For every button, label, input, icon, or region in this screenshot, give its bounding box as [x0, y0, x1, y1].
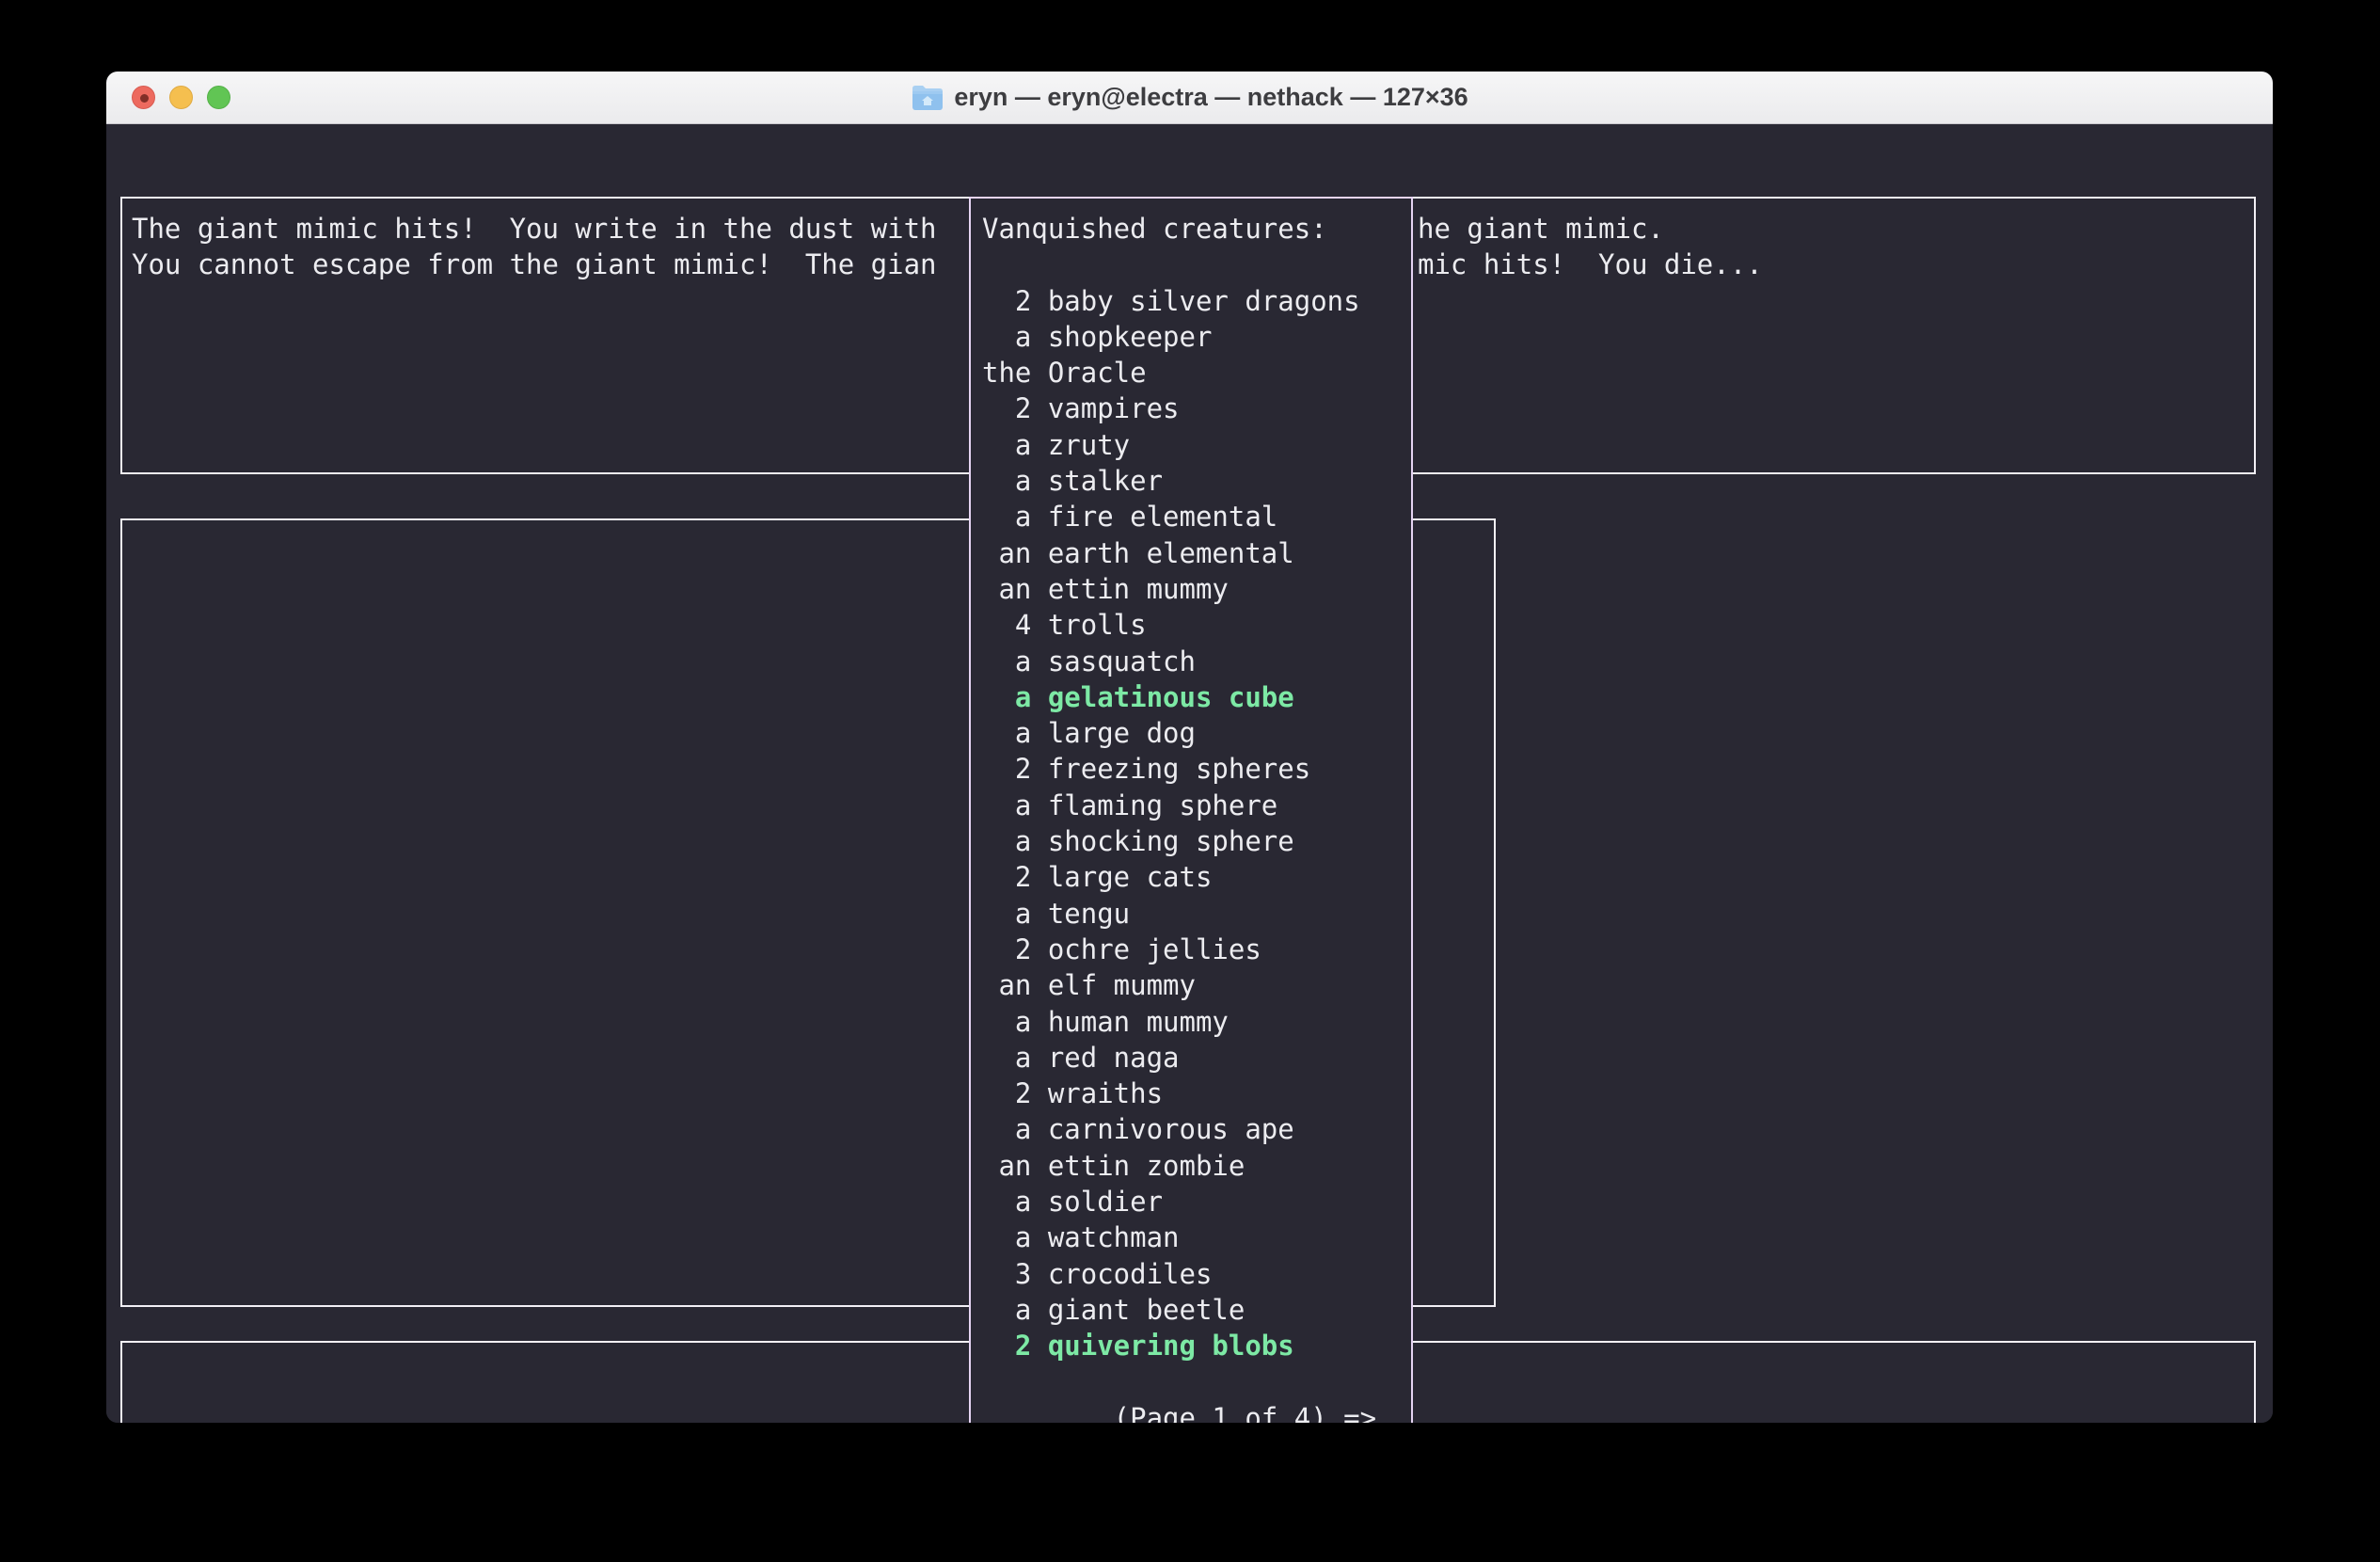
- vanquished-row: 2 large cats: [982, 859, 1409, 895]
- vanquished-list: Vanquished creatures: 2 baby silver drag…: [982, 211, 1409, 1423]
- minimize-button[interactable]: [169, 86, 193, 109]
- message-line-1-cont: he giant mimic.: [1418, 211, 1763, 247]
- vanquished-row: 3 crocodiles: [982, 1256, 1409, 1292]
- vanquished-row: a red naga: [982, 1040, 1409, 1076]
- vanquished-row-highlighted: 2 quivering blobs: [982, 1328, 1409, 1363]
- vanquished-row: a fire elemental: [982, 499, 1409, 534]
- panel-title: Vanquished creatures:: [982, 211, 1409, 247]
- vanquished-row: a human mummy: [982, 1004, 1409, 1040]
- message-line-2-cont: mic hits! You die...: [1418, 247, 1763, 282]
- vanquished-row: a shocking sphere: [982, 823, 1409, 859]
- zoom-button[interactable]: [207, 86, 230, 109]
- vanquished-row: a large dog: [982, 715, 1409, 751]
- vanquished-row: 2 baby silver dragons: [982, 283, 1409, 319]
- vanquished-row: 2 ochre jellies: [982, 932, 1409, 967]
- vanquished-row: a giant beetle: [982, 1292, 1409, 1328]
- window-controls: [132, 72, 230, 123]
- vanquished-row: a flaming sphere: [982, 788, 1409, 823]
- vanquished-row: a sasquatch: [982, 644, 1409, 679]
- panel-blank-row: [982, 247, 1409, 282]
- message-text-right: he giant mimic.mic hits! You die...: [1418, 211, 1763, 283]
- window-title-group: eryn — eryn@electra — nethack — 127×36: [911, 83, 1468, 112]
- vanquished-row: a shopkeeper: [982, 319, 1409, 355]
- home-folder-icon: [911, 84, 944, 112]
- vanquished-row: a carnivorous ape: [982, 1111, 1409, 1147]
- window-title: eryn — eryn@electra — nethack — 127×36: [954, 83, 1468, 112]
- close-button[interactable]: [132, 86, 155, 109]
- titlebar[interactable]: eryn — eryn@electra — nethack — 127×36: [106, 72, 2273, 124]
- vanquished-row: an elf mummy: [982, 967, 1409, 1003]
- terminal-screen[interactable]: The giant mimic hits! You write in the d…: [106, 124, 2273, 1423]
- vanquished-row: 2 wraiths: [982, 1076, 1409, 1111]
- vanquished-row: a zruty: [982, 427, 1409, 463]
- vanquished-row: a tengu: [982, 896, 1409, 932]
- vanquished-row: 2 freezing spheres: [982, 751, 1409, 787]
- vanquished-row: the Oracle: [982, 355, 1409, 390]
- vanquished-row: 2 vampires: [982, 390, 1409, 426]
- message-line-2: You cannot escape from the giant mimic! …: [132, 247, 937, 282]
- vanquished-row: an earth elemental: [982, 535, 1409, 571]
- vanquished-row: a watchman: [982, 1219, 1409, 1255]
- vanquished-row: a stalker: [982, 463, 1409, 499]
- terminal-window: eryn — eryn@electra — nethack — 127×36 T…: [106, 72, 2273, 1423]
- vanquished-row-highlighted: a gelatinous cube: [982, 679, 1409, 715]
- vanquished-creatures-panel: Vanquished creatures: 2 baby silver drag…: [969, 197, 1413, 1423]
- panel-pager[interactable]: (Page 1 of 4) =>: [982, 1400, 1409, 1423]
- vanquished-row: an ettin zombie: [982, 1148, 1409, 1184]
- message-text-left: The giant mimic hits! You write in the d…: [132, 211, 937, 283]
- vanquished-row: an ettin mummy: [982, 571, 1409, 607]
- vanquished-row: a soldier: [982, 1184, 1409, 1219]
- panel-blank-row: [982, 1364, 1409, 1400]
- vanquished-row: 4 trolls: [982, 607, 1409, 643]
- message-line-1: The giant mimic hits! You write in the d…: [132, 211, 937, 247]
